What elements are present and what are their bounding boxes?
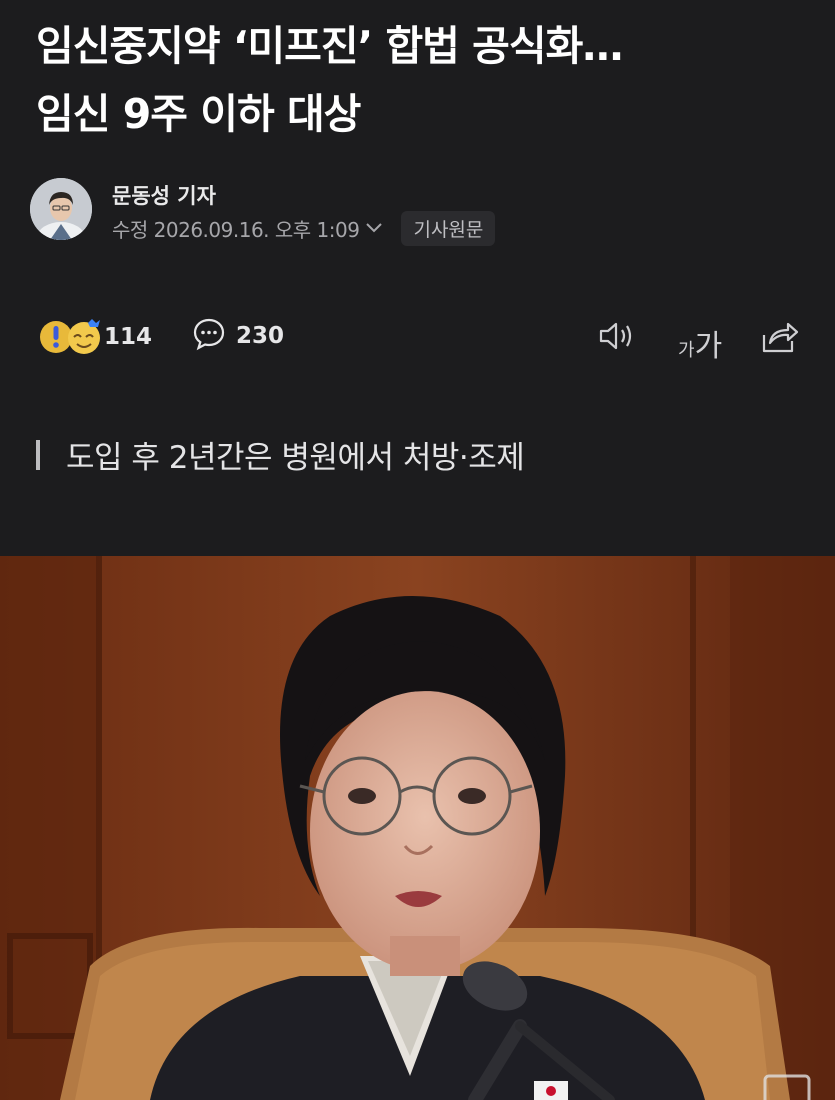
speaker-icon[interactable] bbox=[598, 319, 638, 357]
font-size-small-label: 가 bbox=[678, 340, 695, 361]
reaction-button[interactable]: 114 bbox=[36, 317, 152, 357]
comment-count: 230 bbox=[236, 323, 285, 349]
meta-row: 수정 2026.09.16. 오후 1:09 기사원문 bbox=[112, 210, 496, 246]
share-icon[interactable] bbox=[760, 319, 800, 359]
reaction-count: 114 bbox=[104, 324, 153, 350]
reporter-name[interactable]: 문동성 기자 bbox=[112, 180, 216, 210]
font-size-button[interactable]: 가가 bbox=[678, 321, 722, 365]
article-page: 임신중지약 ‘미프진’ 합법 공식화… 임신 9주 이하 대상 문동성 기자 수… bbox=[0, 0, 835, 1100]
font-size-large-label: 가 bbox=[694, 329, 723, 364]
action-bar: 114 230 가가 bbox=[36, 313, 806, 365]
article-photo[interactable] bbox=[0, 556, 835, 1100]
headline-line-1: 임신중지약 ‘미프진’ 합법 공식화… bbox=[36, 22, 623, 70]
speech-bubble-icon bbox=[192, 317, 226, 355]
modified-timestamp: 수정 2026.09.16. 오후 1:09 bbox=[112, 217, 360, 242]
reaction-emoji-icon bbox=[36, 317, 104, 357]
headline-line-2: 임신 9주 이하 대상 bbox=[36, 90, 361, 138]
article-headline: 임신중지약 ‘미프진’ 합법 공식화… 임신 9주 이하 대상 bbox=[36, 12, 816, 148]
comment-button[interactable]: 230 bbox=[192, 317, 284, 355]
original-article-button[interactable]: 기사원문 bbox=[401, 210, 496, 246]
reporter-avatar[interactable] bbox=[30, 178, 92, 240]
reporter-photo-icon bbox=[30, 178, 92, 240]
chevron-down-icon[interactable] bbox=[365, 222, 383, 234]
subheading-bar bbox=[36, 439, 40, 470]
article-subheading: 도입 후 2년간은 병원에서 처방·조제 bbox=[36, 432, 525, 477]
subheading-text: 도입 후 2년간은 병원에서 처방·조제 bbox=[66, 440, 525, 476]
article-photo-image bbox=[0, 556, 835, 1100]
byline: 문동성 기자 수정 2026.09.16. 오후 1:09 기사원문 bbox=[30, 178, 730, 246]
